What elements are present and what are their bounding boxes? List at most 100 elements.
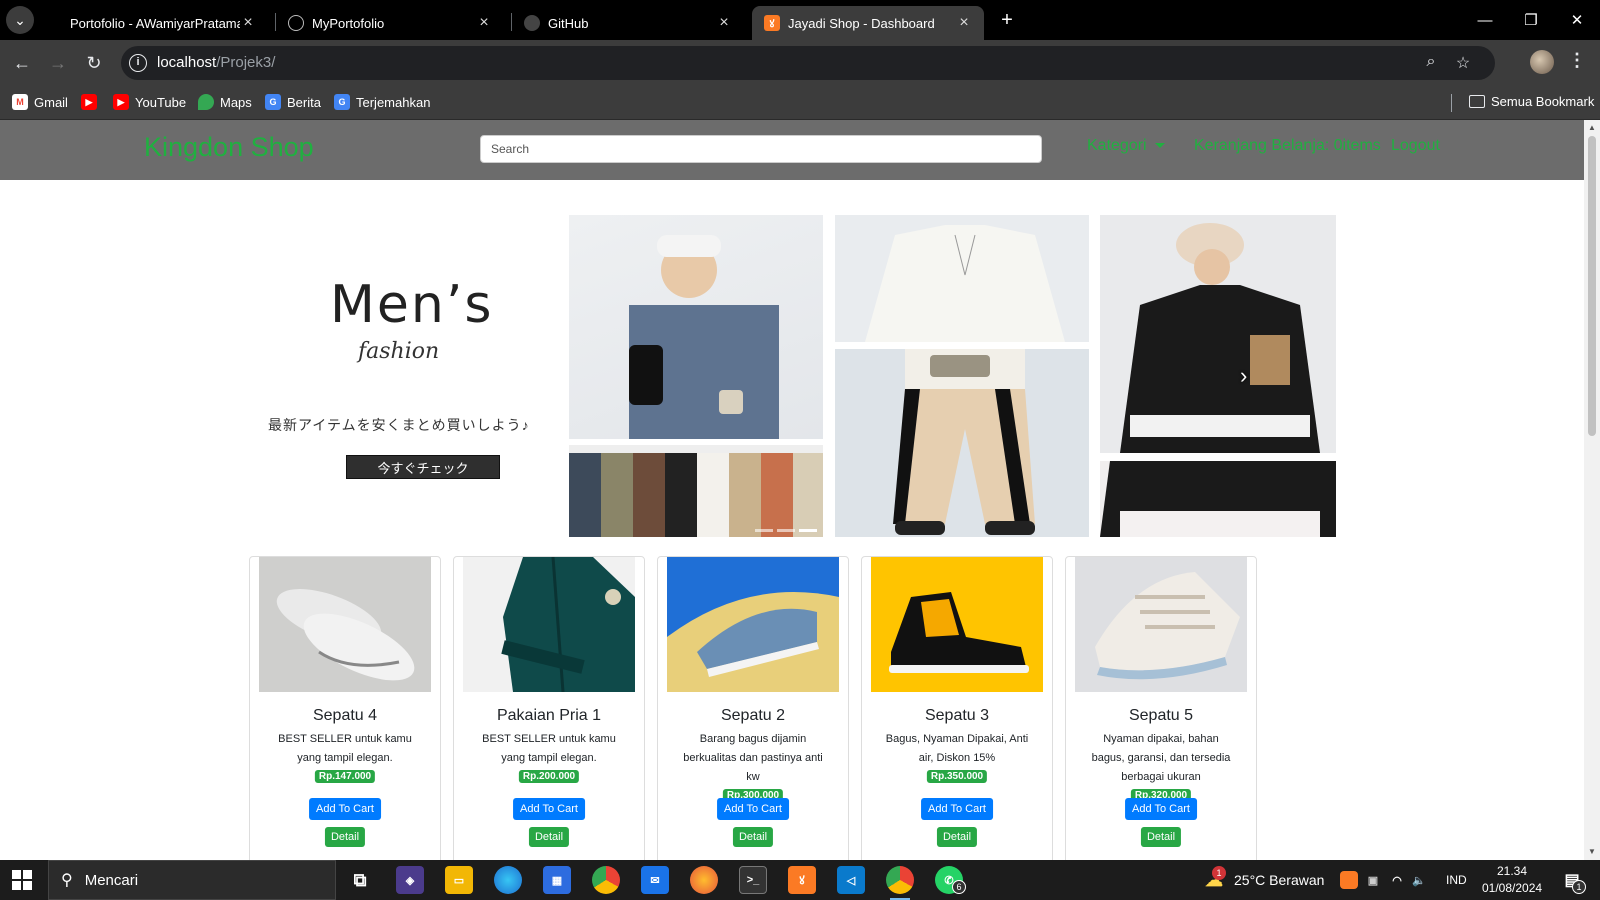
product-name: Sepatu 3 bbox=[924, 707, 990, 724]
bookmark-separator bbox=[1451, 94, 1452, 112]
close-icon[interactable]: × bbox=[956, 14, 972, 32]
store-icon[interactable]: ▦ bbox=[543, 866, 571, 894]
edge-icon[interactable] bbox=[494, 866, 522, 894]
firefox-icon[interactable] bbox=[690, 866, 718, 894]
product-image-blue-sneaker[interactable] bbox=[667, 557, 839, 692]
close-icon[interactable]: × bbox=[240, 14, 256, 32]
add-to-cart-button[interactable]: Add To Cart bbox=[717, 798, 789, 820]
xampp-tray-icon[interactable] bbox=[1340, 871, 1358, 889]
caret-down-icon bbox=[1154, 143, 1165, 149]
xampp-icon[interactable]: ꙋ bbox=[788, 866, 816, 894]
detail-button[interactable]: Detail bbox=[528, 827, 570, 847]
profile-avatar[interactable] bbox=[1530, 50, 1554, 74]
detail-button[interactable]: Detail bbox=[324, 827, 366, 847]
translate-icon: G bbox=[334, 94, 350, 110]
add-to-cart-button[interactable]: Add To Cart bbox=[513, 798, 585, 820]
bookmark-berita[interactable]: G Berita bbox=[265, 94, 321, 110]
detail-button[interactable]: Detail bbox=[1140, 827, 1182, 847]
tab-jayadi-shop[interactable]: ꙋ Jayadi Shop - Dashboard × bbox=[752, 6, 984, 40]
close-icon[interactable]: × bbox=[716, 14, 732, 32]
bookmark-terjemahkan[interactable]: G Terjemahkan bbox=[334, 94, 430, 110]
minimize-button[interactable]: — bbox=[1462, 0, 1508, 40]
close-window-button[interactable]: ✕ bbox=[1554, 0, 1600, 40]
product-card: Sepatu 3 Bagus, Nyaman Dipakai, Anti air… bbox=[861, 556, 1053, 860]
back-button[interactable]: ← bbox=[8, 49, 36, 77]
carousel-next-icon[interactable]: › bbox=[1240, 363, 1247, 389]
site-info-icon[interactable]: i bbox=[129, 54, 147, 72]
detail-button[interactable]: Detail bbox=[732, 827, 774, 847]
tab-search-button[interactable]: ⌄ bbox=[6, 6, 34, 34]
address-bar[interactable]: i localhost/Projek3/ ⌕ ☆ bbox=[121, 46, 1495, 80]
bookmark-youtube[interactable]: ▶ YouTube bbox=[113, 94, 186, 110]
clock-date[interactable]: 01/08/2024 bbox=[1482, 881, 1542, 895]
chrome-active-icon[interactable] bbox=[886, 866, 914, 900]
bookmark-youtube-icon-only[interactable]: ▶ bbox=[81, 94, 103, 110]
carousel-indicator-active[interactable] bbox=[799, 529, 817, 532]
shirts-rack-photo bbox=[569, 445, 823, 537]
product-image-sneaker-white[interactable] bbox=[259, 557, 431, 692]
search-input[interactable] bbox=[480, 135, 1042, 163]
product-image-canvas-sneaker[interactable] bbox=[1075, 557, 1247, 692]
weather-text[interactable]: 25°C Berawan bbox=[1234, 872, 1324, 888]
task-view-icon[interactable]: ⧉ bbox=[346, 866, 374, 894]
banner-subtitle: fashion bbox=[358, 339, 440, 364]
detail-button[interactable]: Detail bbox=[936, 827, 978, 847]
clock-time[interactable]: 21.34 bbox=[1497, 864, 1527, 878]
forward-button[interactable]: → bbox=[44, 49, 72, 77]
all-bookmarks-button[interactable]: Semua Bookmark bbox=[1469, 94, 1594, 109]
volume-icon[interactable]: 🔈 bbox=[1410, 866, 1428, 894]
scroll-down-icon[interactable]: ▼ bbox=[1587, 847, 1597, 856]
joggers-photo bbox=[835, 349, 1089, 537]
add-to-cart-button[interactable]: Add To Cart bbox=[309, 798, 381, 820]
url-text[interactable]: localhost/Projek3/ bbox=[157, 54, 275, 71]
scroll-up-icon[interactable]: ▲ bbox=[1587, 123, 1597, 132]
tab-portofolio[interactable]: Portofolio - AWamiyarPratama × bbox=[58, 6, 268, 40]
zoom-icon[interactable]: ⌕ bbox=[1421, 53, 1441, 73]
reload-button[interactable]: ↻ bbox=[80, 49, 108, 77]
product-price-badge: Rp.147.000 bbox=[314, 770, 376, 783]
vscode-icon[interactable]: ◁ bbox=[837, 866, 865, 894]
white-sweater-photo bbox=[835, 215, 1089, 342]
kategori-dropdown[interactable]: Kategori bbox=[1087, 137, 1165, 155]
mail-icon[interactable]: ✉ bbox=[641, 866, 669, 894]
add-to-cart-button[interactable]: Add To Cart bbox=[1125, 798, 1197, 820]
new-tab-button[interactable]: + bbox=[995, 8, 1019, 32]
bookmark-star-icon[interactable]: ☆ bbox=[1453, 53, 1473, 73]
file-explorer-icon[interactable]: ▭ bbox=[445, 866, 473, 894]
add-to-cart-button[interactable]: Add To Cart bbox=[921, 798, 993, 820]
product-price-badge: Rp.350.000 bbox=[926, 770, 988, 783]
windows-start-icon[interactable] bbox=[12, 870, 32, 890]
language-indicator[interactable]: IND bbox=[1446, 873, 1467, 887]
carousel-indicator[interactable] bbox=[755, 529, 773, 532]
bookmark-gmail[interactable]: M Gmail bbox=[12, 94, 68, 110]
product-image-yellow-jordan[interactable] bbox=[871, 557, 1043, 692]
banner-jp-text: 最新アイテムを安くまとめ買いしよう♪ bbox=[268, 417, 530, 433]
bookmark-label: Gmail bbox=[34, 94, 68, 110]
bookmark-maps[interactable]: Maps bbox=[198, 94, 252, 110]
product-name: Sepatu 2 bbox=[720, 707, 786, 724]
product-image-green-jacket[interactable] bbox=[463, 557, 635, 692]
banner-check-button[interactable]: 今すぐチェック bbox=[346, 455, 500, 479]
browser-toolbar: ← → ↻ i localhost/Projek3/ ⌕ ☆ ⋮ bbox=[0, 40, 1600, 86]
page-scrollbar[interactable]: ▲ ▼ bbox=[1584, 120, 1600, 860]
scrollbar-thumb[interactable] bbox=[1588, 136, 1596, 436]
terminal-icon[interactable]: >_ bbox=[739, 866, 767, 894]
chrome-icon[interactable] bbox=[592, 866, 620, 894]
black-sweater-detail-photo bbox=[1100, 461, 1336, 537]
site-brand[interactable]: Kingdon Shop bbox=[144, 132, 314, 163]
cart-link[interactable]: Keranjang Belanja: 0items bbox=[1194, 137, 1381, 155]
wifi-icon[interactable]: ◠ bbox=[1388, 866, 1406, 894]
restore-button[interactable]: ❐ bbox=[1508, 0, 1554, 40]
product-name: Sepatu 4 bbox=[312, 707, 378, 724]
tray-app-icon[interactable]: ▣ bbox=[1364, 866, 1382, 894]
product-description: BEST SELLER untuk kamu yang tampil elega… bbox=[482, 733, 616, 764]
tab-myportofolio[interactable]: MyPortofolio × bbox=[276, 6, 504, 40]
menu-kebab-icon[interactable]: ⋮ bbox=[1568, 50, 1586, 71]
app-icon-purple[interactable]: ◈ bbox=[396, 866, 424, 894]
logout-link[interactable]: Logout bbox=[1391, 137, 1440, 155]
taskbar-search[interactable]: ⚲ Mencari bbox=[48, 860, 336, 900]
hero-carousel[interactable]: Men’s fashion 最新アイテムを安くまとめ買いしよう♪ 今すぐチェック bbox=[250, 215, 1336, 537]
carousel-indicator[interactable] bbox=[777, 529, 795, 532]
tab-github[interactable]: GitHub × bbox=[512, 6, 744, 40]
close-icon[interactable]: × bbox=[476, 14, 492, 32]
